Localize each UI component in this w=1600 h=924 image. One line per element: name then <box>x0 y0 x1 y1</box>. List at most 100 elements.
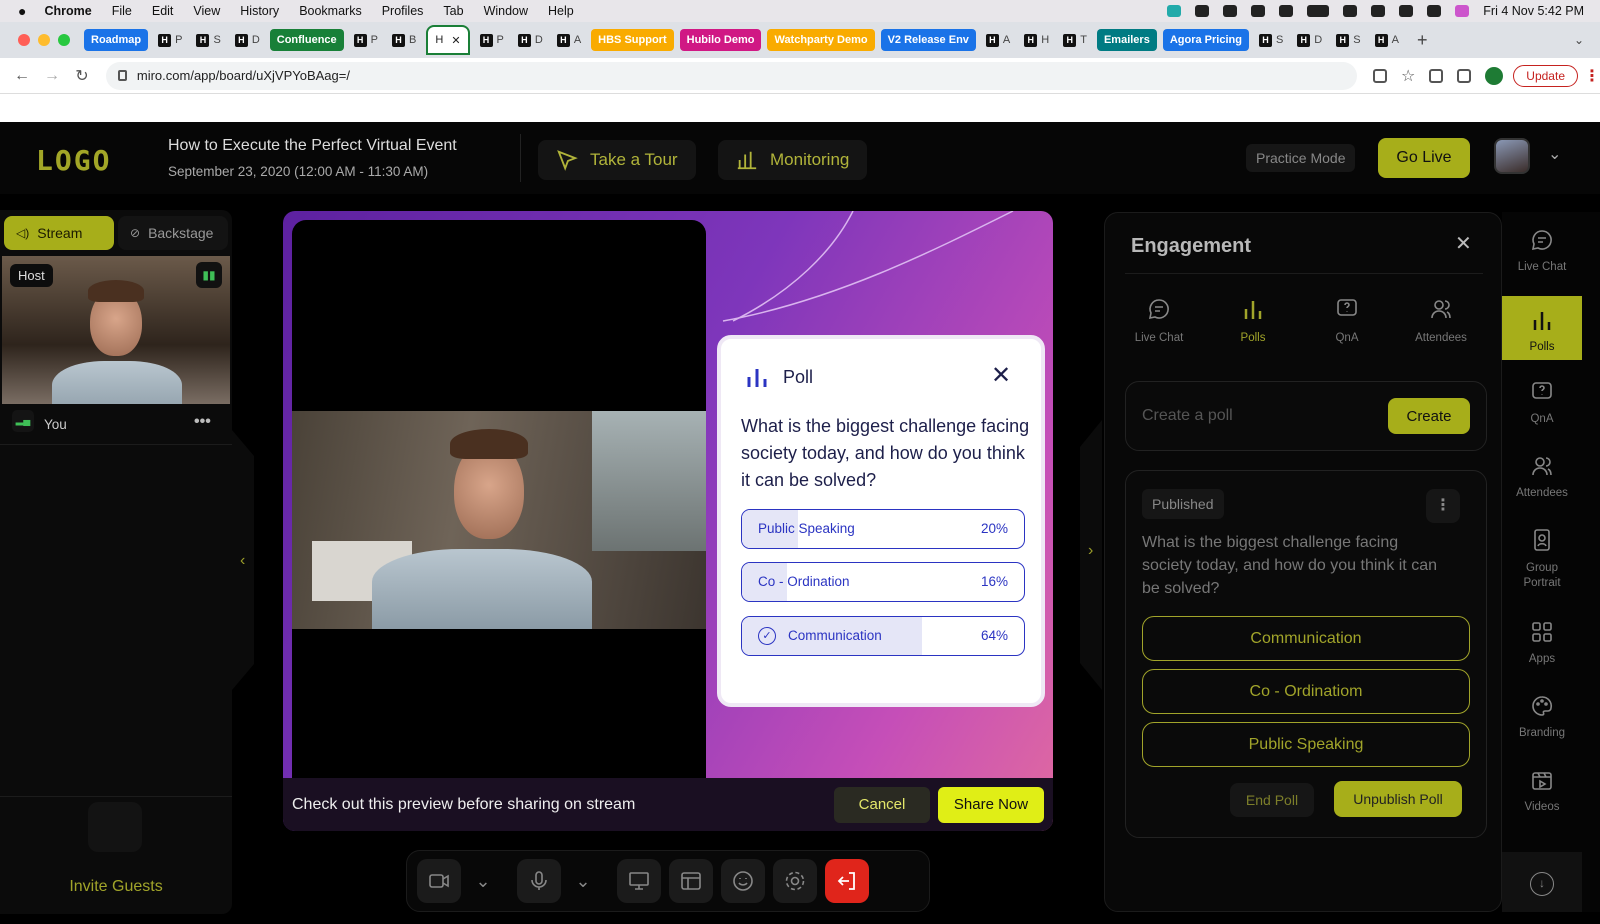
battery-icon[interactable] <box>1307 5 1330 17</box>
menu-tab[interactable]: Tab <box>443 4 463 18</box>
siri-icon[interactable] <box>1455 5 1470 17</box>
menu-help[interactable]: Help <box>548 4 574 18</box>
status-app-icon[interactable] <box>1167 5 1182 17</box>
browser-tab[interactable]: Agora Pricing <box>1162 29 1249 51</box>
mic-options-chevron-icon[interactable]: ⌄ <box>569 859 597 903</box>
close-panel-icon[interactable]: ✕ <box>1455 231 1472 256</box>
user-status-icon[interactable] <box>1399 5 1414 17</box>
browser-tab[interactable]: Watchparty Demo <box>767 29 875 51</box>
menu-history[interactable]: History <box>240 4 279 18</box>
menu-window[interactable]: Window <box>484 4 528 18</box>
cancel-button[interactable]: Cancel <box>834 786 930 823</box>
rail-apps[interactable]: Apps <box>1502 620 1582 665</box>
menu-bookmarks[interactable]: Bookmarks <box>299 4 362 18</box>
backstage-tab[interactable]: ⊘ Backstage <box>118 216 228 250</box>
browser-tab[interactable]: HP <box>350 29 382 51</box>
answer-public-speaking[interactable]: Public Speaking <box>1142 722 1470 767</box>
user-avatar[interactable] <box>1494 138 1530 174</box>
unpublish-poll-button[interactable]: Unpublish Poll <box>1334 781 1462 817</box>
invite-guests-label[interactable]: Invite Guests <box>60 878 172 896</box>
profile-avatar[interactable] <box>1485 66 1504 85</box>
browser-tab[interactable]: HA <box>982 29 1014 51</box>
font-status-icon[interactable] <box>1223 5 1238 17</box>
answer-communication[interactable]: Communication <box>1142 616 1470 661</box>
browser-tab[interactable]: HS <box>1332 29 1364 51</box>
answer-co-ordination[interactable]: Co - Ordinatiom <box>1142 669 1470 714</box>
create-button[interactable]: Create <box>1388 398 1470 434</box>
chrome-menu-icon[interactable]: ⋮ <box>1584 66 1600 86</box>
end-poll-button[interactable]: End Poll <box>1230 783 1314 817</box>
gear-status-icon[interactable] <box>1195 5 1210 17</box>
wifi-icon[interactable] <box>1343 5 1358 17</box>
poll-option[interactable]: ✓ Communication 64% <box>741 616 1025 656</box>
tab-qna[interactable]: QnA <box>1307 297 1387 344</box>
menu-view[interactable]: View <box>193 4 220 18</box>
practice-mode-badge[interactable]: Practice Mode <box>1246 144 1356 172</box>
browser-tab[interactable]: Emailers <box>1096 29 1157 51</box>
menu-file[interactable]: File <box>112 4 132 18</box>
stream-tab[interactable]: ◁) Stream <box>4 216 114 250</box>
browser-tab[interactable]: Confluence <box>269 29 344 51</box>
browser-tab[interactable]: HD <box>231 29 264 51</box>
rail-attendees[interactable]: Attendees <box>1502 454 1582 499</box>
close-window-button[interactable] <box>18 34 30 46</box>
back-icon[interactable]: ← <box>14 67 30 85</box>
tab-attendees[interactable]: Attendees <box>1401 297 1481 344</box>
layout-button[interactable] <box>669 859 713 903</box>
tab-search-chevron-icon[interactable]: ⌄ <box>1574 33 1584 47</box>
chevron-right-icon[interactable]: › <box>1088 542 1093 560</box>
tab-polls[interactable]: Polls <box>1213 297 1293 344</box>
minimize-window-button[interactable] <box>38 34 50 46</box>
spotlight-icon[interactable] <box>1371 5 1386 17</box>
poll-option[interactable]: Public Speaking 20% <box>741 509 1025 549</box>
clock[interactable]: Fri 4 Nov 5:42 PM <box>1483 4 1584 18</box>
rail-qna[interactable]: QnA <box>1502 380 1582 425</box>
browser-tab[interactable]: HP <box>154 29 186 51</box>
browser-tab[interactable]: HS <box>1255 29 1287 51</box>
more-options-icon[interactable]: ••• <box>194 413 211 431</box>
poll-menu-icon[interactable]: ⋮ <box>1426 489 1460 523</box>
camera-button[interactable] <box>417 859 461 903</box>
monitoring-button[interactable]: Monitoring <box>718 140 868 180</box>
apple-icon[interactable]: ● <box>18 3 26 19</box>
browser-tab[interactable]: HD <box>1293 29 1326 51</box>
settings-button[interactable] <box>773 859 817 903</box>
microphone-button[interactable] <box>517 859 561 903</box>
create-poll-input[interactable]: Create a poll <box>1130 394 1370 438</box>
scroll-down-icon[interactable]: ↓ <box>1530 872 1554 896</box>
chevron-down-icon[interactable]: ⌄ <box>1548 144 1561 164</box>
browser-tab[interactable]: HBS Support <box>591 29 674 51</box>
camera-options-chevron-icon[interactable]: ⌄ <box>469 859 497 903</box>
browser-tab[interactable]: Roadmap <box>84 29 149 51</box>
control-center-icon[interactable] <box>1427 5 1442 17</box>
close-tab-icon[interactable]: ✕ <box>451 34 460 47</box>
url-field[interactable]: miro.com/app/board/uXjVPYoBAag=/ <box>105 61 1357 90</box>
browser-tab[interactable]: V2 Release Env <box>880 29 976 51</box>
speaker-video[interactable] <box>292 411 706 629</box>
leave-button[interactable] <box>825 859 869 903</box>
browser-tab[interactable]: HB <box>388 29 420 51</box>
browser-tab[interactable]: HD <box>514 29 547 51</box>
share-now-button[interactable]: Share Now <box>938 786 1044 823</box>
reactions-button[interactable] <box>721 859 765 903</box>
browser-tab[interactable]: HA <box>1371 29 1403 51</box>
poll-option[interactable]: Co - Ordination 16% <box>741 562 1025 602</box>
browser-tab[interactable]: HP <box>476 29 508 51</box>
creative-cloud-icon[interactable] <box>1251 5 1266 17</box>
go-live-button[interactable]: Go Live <box>1378 138 1470 178</box>
reload-icon[interactable]: ↻ <box>74 66 90 86</box>
app-menu[interactable]: Chrome <box>44 4 91 18</box>
side-panel-icon[interactable] <box>1457 68 1472 83</box>
menu-profiles[interactable]: Profiles <box>382 4 424 18</box>
text-status-icon[interactable] <box>1279 5 1294 17</box>
rail-branding[interactable]: Branding <box>1502 694 1582 739</box>
add-user-icon[interactable] <box>88 802 142 852</box>
rail-videos[interactable]: Videos <box>1502 768 1582 813</box>
chevron-left-icon[interactable]: ‹ <box>240 552 245 570</box>
lock-icon[interactable] <box>117 70 127 81</box>
close-icon[interactable]: ✕ <box>991 361 1011 390</box>
update-button[interactable]: Update <box>1513 64 1578 87</box>
zoom-window-button[interactable] <box>58 34 70 46</box>
browser-tab[interactable]: HS <box>192 29 224 51</box>
rail-group-portrait[interactable]: Group Portrait <box>1502 528 1582 591</box>
